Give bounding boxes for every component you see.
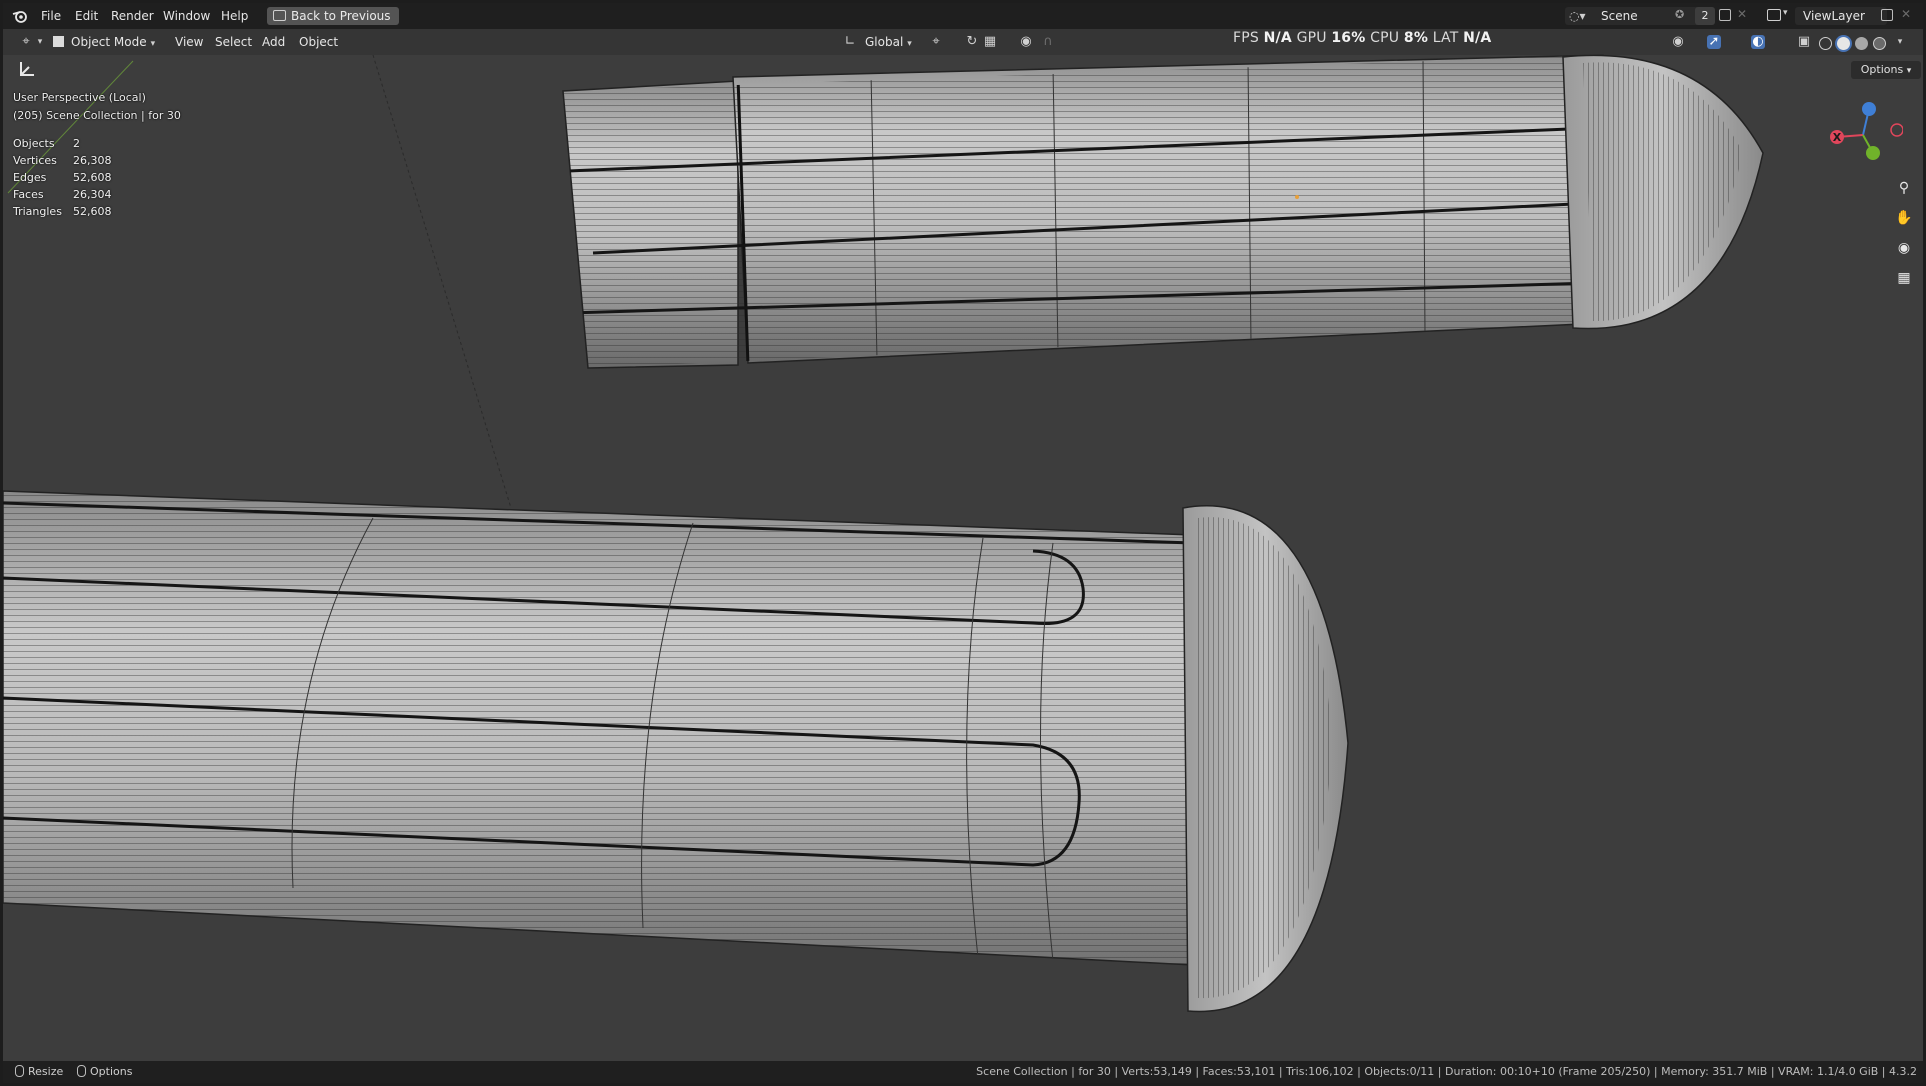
cpu-label: CPU — [1370, 30, 1400, 46]
fps-value: N/A — [1263, 30, 1292, 46]
delete-scene-icon[interactable]: ✕ — [1737, 7, 1747, 21]
chevron-down-icon[interactable]: ▾ — [1893, 35, 1907, 49]
mode-selector[interactable]: Object Mode ▾ — [71, 32, 155, 52]
transform-orientation-label: Global — [865, 35, 904, 49]
snap-grid-icon[interactable]: ▦ — [983, 35, 997, 49]
fps-label: FPS — [1233, 30, 1259, 46]
origin-point — [1295, 195, 1299, 199]
blender-logo-icon[interactable] — [12, 9, 28, 23]
performance-stats: FPS N/A GPU 16% CPU 8% LAT N/A — [1233, 30, 1491, 46]
neg-x-axis-icon[interactable] — [1890, 123, 1903, 137]
new-scene-icon[interactable] — [1719, 9, 1731, 21]
snap-icon[interactable]: ↻ — [965, 35, 979, 49]
y-axis-icon[interactable] — [1866, 146, 1880, 160]
material-shading-icon[interactable] — [1855, 37, 1868, 50]
menu-edit[interactable]: Edit — [69, 3, 104, 29]
view-layer-name[interactable]: ViewLayer — [1803, 7, 1865, 25]
top-menu-bar: File Edit Render Window Help Back to Pre… — [3, 3, 1923, 29]
transform-tool-icon[interactable] — [17, 59, 37, 79]
gizmo-toggle-icon[interactable]: ➚ — [1707, 35, 1721, 49]
rendered-shading-icon[interactable] — [1873, 37, 1886, 50]
visibility-icon[interactable]: ◉ — [1671, 35, 1685, 49]
pan-hand-icon[interactable]: ✋ — [1891, 205, 1917, 231]
cpu-value: 8% — [1403, 30, 1429, 46]
z-axis-icon[interactable] — [1862, 102, 1876, 116]
navigation-gizmo[interactable]: X — [1823, 95, 1903, 175]
delete-view-layer-icon[interactable]: ✕ — [1901, 7, 1911, 21]
menu-file[interactable]: File — [35, 3, 67, 29]
viewport-canvas[interactable] — [3, 3, 1923, 1083]
stat-label: Vertices — [13, 154, 57, 167]
menu-add[interactable]: Add — [262, 32, 285, 52]
zoom-icon[interactable]: ⚲ — [1891, 175, 1917, 201]
lat-value: N/A — [1463, 30, 1492, 46]
gpu-value: 16% — [1331, 30, 1366, 46]
blender-window: File Edit Render Window Help Back to Pre… — [3, 3, 1923, 1083]
ortho-grid-icon[interactable]: ▦ — [1891, 265, 1917, 291]
chevron-down-icon[interactable]: ▾ — [33, 35, 47, 49]
menu-render[interactable]: Render — [105, 3, 160, 29]
status-hint-options: Options — [77, 1064, 132, 1080]
status-hint-resize: Resize — [15, 1064, 63, 1080]
back-to-previous-button[interactable]: Back to Previous — [267, 7, 399, 25]
stat-value: 52,608 — [73, 171, 112, 184]
pin-icon[interactable]: ✪ — [1675, 8, 1684, 21]
stat-value: 26,304 — [73, 188, 112, 201]
new-view-layer-icon[interactable] — [1881, 9, 1893, 21]
options-label: Options — [1860, 63, 1904, 76]
menu-window[interactable]: Window — [157, 3, 216, 29]
options-button[interactable]: Options ▾ — [1851, 61, 1921, 79]
mouse-left-icon — [15, 1065, 24, 1077]
camera-view-icon[interactable]: ◉ — [1891, 235, 1917, 261]
solid-shading-icon[interactable] — [1837, 37, 1850, 50]
viewport-header: ⌖ ▾ Object Mode ▾ View Select Add Object … — [3, 29, 1923, 55]
menu-help[interactable]: Help — [215, 3, 254, 29]
screen-icon — [273, 10, 286, 21]
stat-label: Triangles — [13, 205, 62, 218]
xray-toggle-icon[interactable]: ▣ — [1797, 35, 1811, 49]
grid-line — [372, 54, 512, 509]
back-to-previous-label: Back to Previous — [291, 9, 391, 23]
scene-user-count: 2 — [1695, 7, 1715, 25]
object-mode-icon — [53, 36, 64, 47]
transform-orientation-selector[interactable]: Global ▾ — [865, 32, 912, 52]
mesh-object-top[interactable] — [562, 53, 1764, 373]
menu-view[interactable]: View — [175, 32, 203, 52]
mouse-right-icon — [77, 1065, 86, 1077]
menu-object[interactable]: Object — [299, 32, 338, 52]
scene-selector[interactable]: ◌▾ — [1565, 7, 1715, 25]
overlays-toggle-icon[interactable]: ◐ — [1751, 35, 1765, 49]
falloff-icon[interactable]: ∩ — [1041, 35, 1055, 49]
wireframe-shading-icon[interactable] — [1819, 37, 1832, 50]
stat-label: Edges — [13, 171, 47, 184]
scene-icon: ◌▾ — [1569, 9, 1586, 23]
chevron-down-icon[interactable]: ▾ — [1783, 8, 1788, 18]
status-bar: Resize Options Scene Collection | for 30… — [3, 1061, 1923, 1083]
transform-orientation-icon: ∟ — [844, 34, 856, 49]
stat-label: Objects — [13, 137, 55, 150]
x-axis-label: X — [1833, 131, 1842, 144]
stat-value: 52,608 — [73, 205, 112, 218]
status-hint-label: Options — [90, 1065, 133, 1078]
collection-line: (205) Scene Collection | for 30 — [13, 109, 181, 122]
lat-label: LAT — [1432, 30, 1459, 46]
status-hint-label: Resize — [28, 1065, 64, 1078]
proportional-edit-icon[interactable]: ◉ — [1019, 35, 1033, 49]
mode-label: Object Mode — [71, 35, 147, 49]
stat-value: 26,308 — [73, 154, 112, 167]
menu-select[interactable]: Select — [215, 32, 252, 52]
stat-value: 2 — [73, 137, 80, 150]
view-name: User Perspective (Local) — [13, 91, 146, 104]
pivot-point-icon[interactable]: ⌖ — [929, 35, 943, 49]
gpu-label: GPU — [1296, 30, 1327, 46]
view-layer-icon[interactable] — [1767, 9, 1781, 21]
mesh-object-bottom[interactable] — [3, 488, 1349, 1013]
editor-type-icon[interactable]: ⌖ — [19, 35, 33, 49]
scene-name[interactable]: Scene — [1601, 7, 1638, 25]
chevron-down-icon: ▾ — [1906, 66, 1912, 76]
scene-statistics: Scene Collection | for 30 | Verts:53,149… — [976, 1065, 1917, 1078]
stat-label: Faces — [13, 188, 44, 201]
